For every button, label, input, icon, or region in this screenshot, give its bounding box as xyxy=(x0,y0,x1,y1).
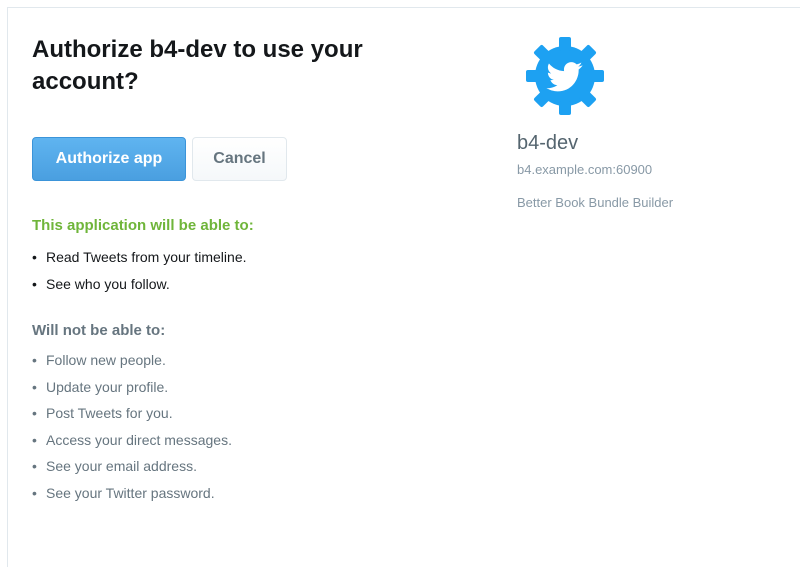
bullet: • xyxy=(32,352,37,368)
authorize-section: Authorize b4-dev to use your account? Au… xyxy=(32,34,472,501)
bullet: • xyxy=(32,249,37,265)
allowed-permissions-heading: This application will be able to: xyxy=(32,217,254,234)
permission-text: Post Tweets for you. xyxy=(46,405,173,421)
permission-text: Access your direct messages. xyxy=(46,431,232,448)
permission-text: See your Twitter password. xyxy=(46,484,215,501)
permission-text: Update your profile. xyxy=(46,378,169,395)
app-name: b4-dev xyxy=(517,132,579,154)
action-buttons: Authorize app Cancel xyxy=(32,137,287,181)
permission-text: Follow new people. xyxy=(46,352,166,368)
bullet: • xyxy=(32,405,37,421)
permission-text: Read Tweets from your timeline. xyxy=(46,249,247,265)
page-title: Authorize b4-dev to use your account? xyxy=(32,36,363,95)
authorize-app-button[interactable]: Authorize app xyxy=(32,137,186,181)
cancel-button[interactable]: Cancel xyxy=(192,137,287,181)
permission-text: See your email address. xyxy=(46,458,197,474)
list-item: • See your Twitter password. xyxy=(32,480,232,507)
list-item: • Access your direct messages. xyxy=(32,427,232,454)
list-item: • Follow new people. xyxy=(32,347,232,374)
permission-text: See who you follow. xyxy=(46,275,170,292)
list-item: • Post Tweets for you. xyxy=(32,400,232,427)
bullet: • xyxy=(32,275,37,292)
list-item: • See your email address. xyxy=(32,453,232,480)
denied-permissions-heading: Will not be able to: xyxy=(32,322,166,339)
list-item: • Read Tweets from your timeline. xyxy=(32,244,247,271)
bullet: • xyxy=(32,378,37,395)
app-url: b4.example.com:60900 xyxy=(517,162,653,177)
bullet: • xyxy=(32,484,37,501)
bullet: • xyxy=(32,431,37,448)
bullet: • xyxy=(32,458,37,474)
denied-permissions-list: • Follow new people. • Update your profile… xyxy=(32,347,232,506)
app-description: Better Book Bundle Builder xyxy=(517,195,674,210)
list-item: • Update your profile. xyxy=(32,374,232,401)
list-item: • See who you follow. xyxy=(32,271,247,298)
twitter-bird-gear-icon xyxy=(526,37,604,115)
allowed-permissions-list: • Read Tweets from your timeline. • See wh… xyxy=(32,244,247,297)
